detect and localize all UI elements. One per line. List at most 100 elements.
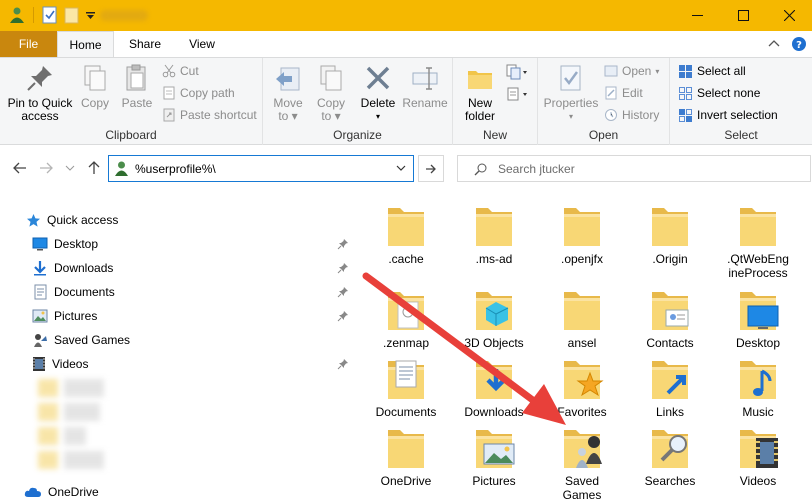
chevron-down-icon [396,165,406,171]
properties-icon[interactable] [42,6,58,24]
help-icon[interactable]: ? [786,34,812,54]
open-button[interactable]: Open ▾ [604,61,659,81]
folder-item-pictures[interactable]: Pictures [450,424,538,488]
tab-view[interactable]: View [180,31,224,57]
folder-item-downloads[interactable]: Downloads [450,355,538,419]
desktop-folder-icon [740,292,779,330]
redacted-nav-item [38,451,118,469]
move-to-button[interactable]: Move to ▾ [267,62,309,123]
copy-to-button[interactable]: Copy to ▾ [311,62,351,123]
folder-label: .zenmap [382,336,430,350]
nav-saved-games[interactable]: Saved Games [32,329,130,351]
tab-home[interactable]: Home [57,31,114,58]
folder-item-zenmap[interactable]: .zenmap [362,286,450,350]
folder-item-music[interactable]: Music [714,355,802,419]
go-button[interactable] [418,155,444,182]
back-button[interactable] [10,158,30,178]
easy-access-icon[interactable] [505,85,529,103]
forward-arrow-icon [40,162,53,174]
nav-downloads[interactable]: Downloads [32,257,113,279]
folder-item-origin[interactable]: .Origin [626,202,714,266]
desktop-icon [32,237,48,251]
new-item-icon[interactable] [505,63,529,81]
folder-item-3d-objects[interactable]: 3D Objects [450,286,538,350]
folder-item-links[interactable]: Links [626,355,714,419]
edit-button[interactable]: Edit [604,83,643,103]
videos-folder-icon [740,430,778,468]
folder-item-qtwebeng[interactable]: .QtWebEng ineProcess [714,202,802,280]
address-dropdown-button[interactable] [389,156,413,181]
pictures-icon [32,309,48,323]
folder-item-favorites[interactable]: Favorites [538,355,626,419]
maximize-button[interactable] [720,0,766,31]
nav-videos[interactable]: Videos [32,353,88,375]
folder-item-ms-ad[interactable]: .ms-ad [450,202,538,266]
folder-item-onedrive[interactable]: OneDrive [362,424,450,488]
cut-icon [162,64,176,78]
pin-to-quick-access-button[interactable]: Pin to Quick access [4,62,76,123]
minimize-button[interactable] [674,0,720,31]
organize-group-label: Organize [333,128,382,142]
paste-button[interactable]: Paste [116,62,158,110]
nav-onedrive[interactable]: OneDrive [24,481,99,501]
cut-button[interactable]: Cut [162,61,199,81]
rename-button[interactable]: Rename [401,62,449,110]
tab-file[interactable]: File [0,31,57,57]
address-bar[interactable]: %userprofile%\ [108,155,414,182]
select-all-button[interactable]: Select all [678,61,746,81]
copy-path-button[interactable]: Copy path [162,83,235,103]
delete-button[interactable]: Delete ▾ [357,62,399,123]
collapse-ribbon-icon[interactable] [762,34,786,54]
forward-button[interactable] [36,158,56,178]
folder-item-desktop[interactable]: Desktop [714,286,802,350]
properties-button[interactable]: Properties ▾ [542,62,600,123]
nav-desktop[interactable]: Desktop [32,233,98,255]
folder-label: .openjfx [560,252,604,266]
rename-icon [412,67,438,90]
folder-item-ansel[interactable]: ansel [538,286,626,350]
new-folder-button[interactable]: New folder [459,62,501,123]
properties-big-icon [560,65,581,91]
search-box[interactable]: Search jtucker [457,155,811,182]
nav-quick-access[interactable]: Quick access [26,209,118,231]
pin-icon[interactable] [337,262,349,274]
select-group: Select all Select none Invert selection … [670,58,812,145]
search-input[interactable]: Search jtucker [498,162,575,176]
pin-icon[interactable] [337,358,349,370]
paste-shortcut-icon [163,108,175,122]
new-folder-quick-icon[interactable] [64,6,80,24]
documents-icon [34,284,47,300]
copy-to-icon [320,65,342,91]
invert-selection-button[interactable]: Invert selection [678,105,778,125]
title-bar [0,0,812,31]
select-none-icon [679,86,692,100]
paste-shortcut-button[interactable]: Paste shortcut [162,105,257,125]
select-none-button[interactable]: Select none [678,83,760,103]
move-to-icon [276,67,300,91]
pin-icon[interactable] [337,286,349,298]
folder-item-cache[interactable]: .cache [362,202,450,266]
customize-toolbar-icon[interactable] [86,12,95,20]
close-button[interactable] [766,0,812,31]
nav-pictures[interactable]: Pictures [32,305,97,327]
history-button[interactable]: History [604,105,659,125]
address-input[interactable]: %userprofile%\ [135,162,216,176]
pin-icon[interactable] [337,310,349,322]
folder-item-saved[interactable]: Saved Games [538,424,626,501]
pin-icon [27,66,52,91]
folder-item-videos[interactable]: Videos [714,424,802,488]
navigation-bar: %userprofile%\ Search jtucker [0,146,812,190]
copy-button[interactable]: Copy [76,62,114,110]
up-button[interactable] [84,158,104,178]
tab-share[interactable]: Share [120,31,170,57]
links-folder-icon [652,361,688,399]
folder-item-contacts[interactable]: Contacts [626,286,714,350]
folder-label: Videos [739,474,777,488]
folder-item-openjfx[interactable]: .openjfx [538,202,626,266]
pin-icon[interactable] [337,238,349,250]
folder-item-searches[interactable]: Searches [626,424,714,488]
nav-documents[interactable]: Documents [32,281,115,303]
recent-locations-button[interactable] [60,158,80,178]
folder-item-documents[interactable]: Documents [362,355,450,419]
new-group: New folder New [453,58,538,145]
